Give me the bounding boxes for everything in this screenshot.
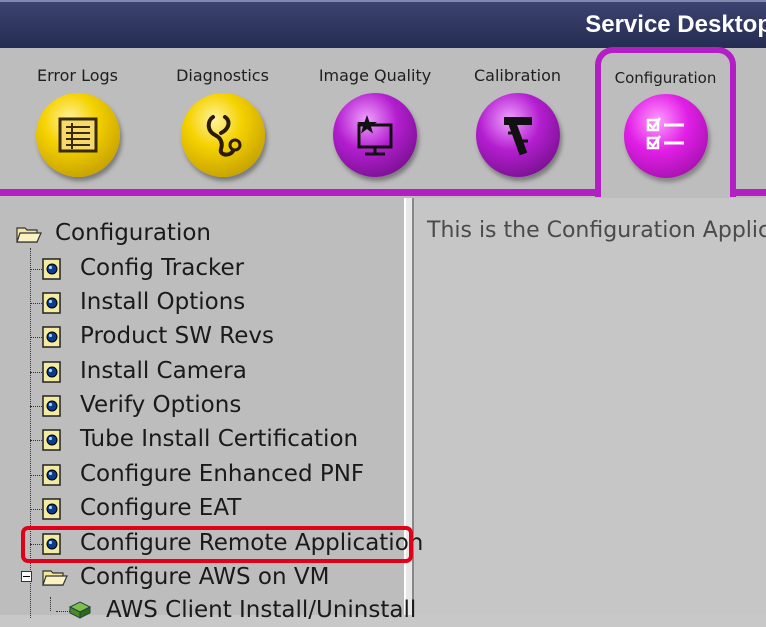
tab-image-quality-label: Image Quality [318, 66, 432, 85]
tree-item-verify-options[interactable]: Verify Options [26, 392, 406, 422]
tree-item-label: AWS Client Install/Uninstall [106, 597, 417, 623]
image-quality-monitor-icon[interactable] [333, 93, 417, 177]
tab-strip: Error Logs Diagnostics Image Quality Cal… [0, 47, 766, 198]
tree-item-tube-install-certification[interactable]: Tube Install Certification [26, 426, 406, 456]
tree-item-configure-enhanced-pnf[interactable]: Configure Enhanced PNF [26, 461, 406, 491]
tab-configuration-label: Configuration [614, 69, 717, 87]
config-node-icon [42, 464, 61, 486]
tree-item-product-sw-revs[interactable]: Product SW Revs [26, 323, 406, 353]
config-node-icon [42, 429, 61, 451]
tab-diagnostics[interactable]: Diagnostics [160, 48, 285, 193]
tree-item-label: Product SW Revs [80, 323, 274, 349]
tree-item-label: Install Options [80, 289, 246, 315]
config-node-icon [42, 395, 61, 417]
tree-item-label: Configure EAT [80, 495, 242, 521]
tree-item-label: Install Camera [80, 358, 247, 384]
tab-image-quality[interactable]: Image Quality [305, 48, 445, 193]
package-icon [68, 599, 92, 619]
tree-item-label: Verify Options [80, 392, 242, 418]
tree-item-configure-aws-on-vm[interactable]: Configure AWS on VM [21, 564, 406, 594]
config-node-icon [42, 498, 61, 520]
tab-error-logs[interactable]: Error Logs [15, 48, 140, 193]
collapse-toggle-icon[interactable] [21, 571, 32, 582]
content-message: This is the Configuration Applica [427, 218, 766, 243]
tab-calibration[interactable]: Calibration [460, 48, 575, 193]
selection-highlight-box [21, 526, 413, 563]
tab-configuration[interactable]: Configuration [595, 47, 736, 197]
tree-connector [50, 597, 51, 611]
tree-item-label: Config Tracker [80, 255, 245, 281]
tree-item-label: Configure Enhanced PNF [80, 461, 365, 487]
app-title: Service Desktop [585, 11, 766, 38]
content-pane: This is the Configuration Applica [414, 198, 766, 615]
tab-calibration-label: Calibration [473, 66, 562, 85]
caliper-icon[interactable] [475, 93, 560, 177]
tree-item-label: Configure AWS on VM [80, 564, 330, 590]
error-logs-icon[interactable] [35, 93, 120, 177]
tree-item-aws-client-install[interactable]: AWS Client Install/Uninstall [50, 597, 432, 627]
tree-item-label: Tube Install Certification [80, 426, 359, 452]
tree-item-configure-eat[interactable]: Configure EAT [26, 495, 406, 525]
tree-item-install-camera[interactable]: Install Camera [26, 358, 406, 388]
tree-item-config-tracker[interactable]: Config Tracker [26, 255, 406, 285]
folder-open-icon [16, 224, 42, 244]
title-bar: Service Desktop [0, 0, 766, 48]
stethoscope-icon[interactable] [180, 93, 265, 177]
config-node-icon [42, 258, 61, 280]
tree-root-label: Configuration [55, 220, 211, 246]
config-node-icon [42, 326, 61, 348]
tree-item-install-options[interactable]: Install Options [26, 289, 406, 319]
tab-diagnostics-label: Diagnostics [176, 66, 269, 85]
checklist-icon[interactable] [623, 94, 708, 178]
config-node-icon [42, 292, 61, 314]
folder-open-icon [42, 567, 68, 587]
tab-error-logs-label: Error Logs [37, 66, 118, 85]
config-node-icon [42, 361, 61, 383]
